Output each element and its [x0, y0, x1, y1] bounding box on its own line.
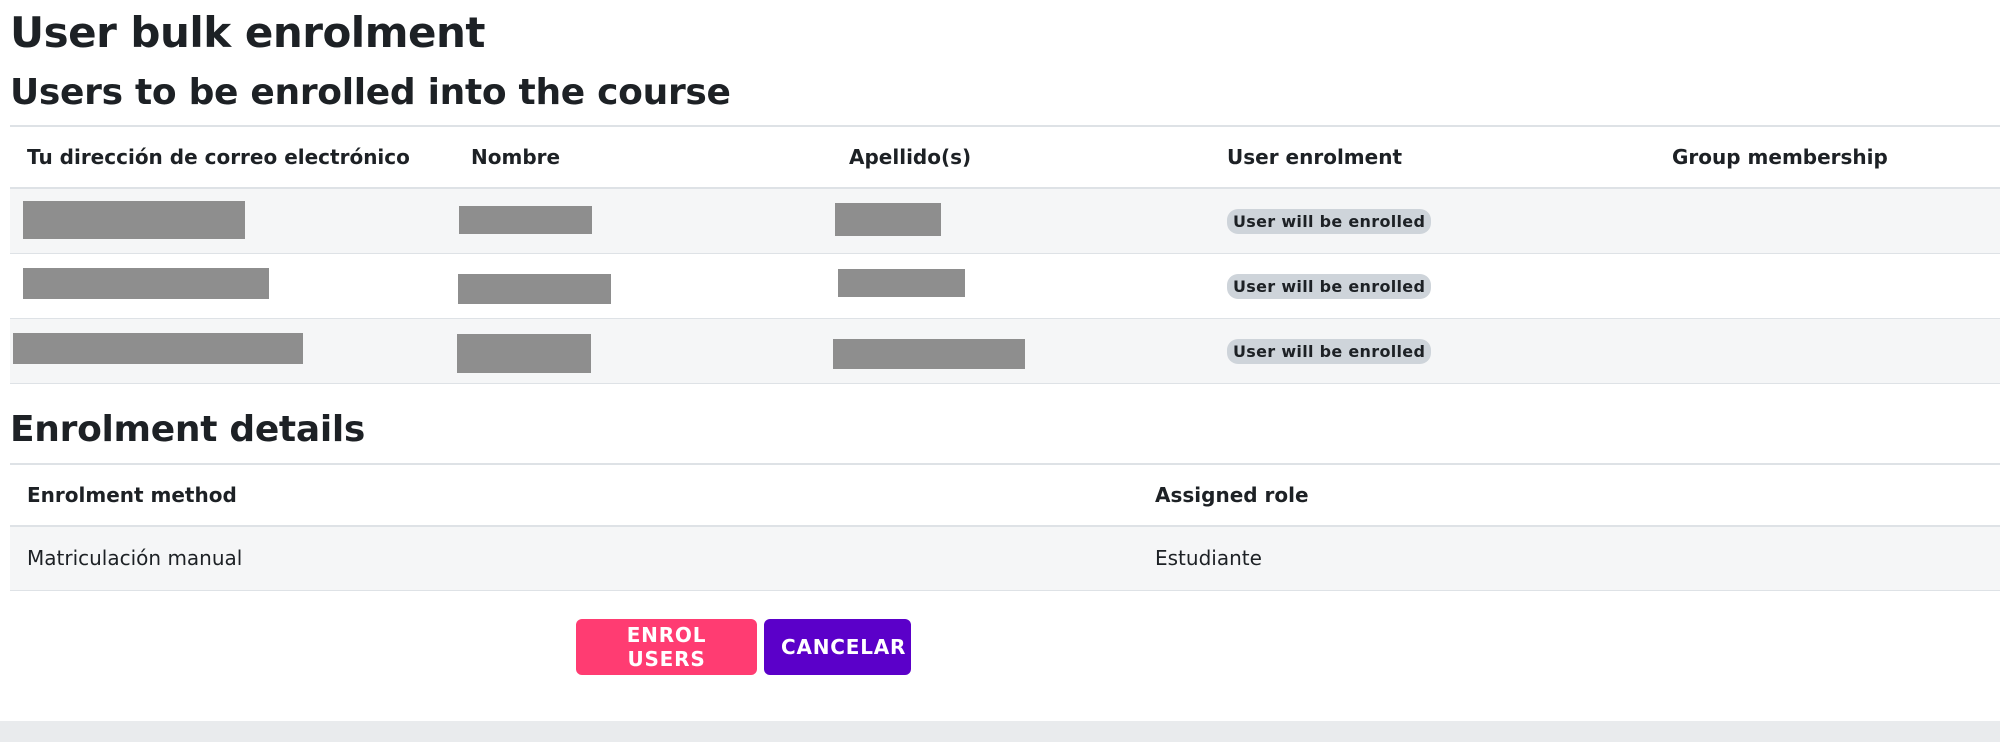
- column-header-enrolment-method: Enrolment method: [10, 463, 1138, 527]
- users-section-title: Users to be enrolled into the course: [10, 72, 731, 113]
- redacted-email: [13, 333, 303, 364]
- enrolment-status-badge: User will be enrolled: [1227, 274, 1432, 299]
- email-cell: [10, 319, 454, 383]
- enrol-users-button[interactable]: ENROL USERS: [576, 619, 757, 675]
- cancel-button[interactable]: CANCELAR: [764, 619, 911, 675]
- users-table-header: Tu dirección de correo electrónico Nombr…: [10, 125, 2000, 189]
- assigned-role-value: Estudiante: [1138, 526, 2000, 591]
- enrolment-details-table: Enrolment method Assigned role Matricula…: [10, 463, 2000, 591]
- footer-bar: [0, 721, 2000, 742]
- redacted-last-name: [833, 339, 1025, 369]
- email-cell: [10, 254, 454, 318]
- column-header-last-name[interactable]: Apellido(s): [832, 125, 1210, 189]
- redacted-first-name: [457, 334, 591, 373]
- column-header-assigned-role: Assigned role: [1138, 463, 2000, 527]
- redacted-email: [23, 201, 245, 239]
- users-table: Tu dirección de correo electrónico Nombr…: [10, 125, 2000, 384]
- redacted-first-name: [458, 274, 611, 304]
- table-row: User will be enrolled: [10, 188, 2000, 254]
- redacted-email: [23, 268, 269, 299]
- column-header-email[interactable]: Tu dirección de correo electrónico: [10, 125, 454, 189]
- enrolment-status-badge: User will be enrolled: [1227, 209, 1432, 234]
- first-name-cell: [454, 319, 832, 383]
- table-row: User will be enrolled: [10, 318, 2000, 384]
- redacted-last-name: [835, 203, 941, 236]
- group-membership-cell: [1655, 188, 2000, 254]
- group-membership-cell: [1655, 253, 2000, 319]
- table-row: User will be enrolled: [10, 253, 2000, 319]
- column-header-user-enrolment: User enrolment: [1210, 125, 1655, 189]
- table-row: Matriculación manual Estudiante: [10, 526, 2000, 591]
- details-section-title: Enrolment details: [10, 409, 366, 450]
- redacted-first-name: [459, 206, 592, 234]
- last-name-cell: [832, 189, 1210, 253]
- column-header-group-membership: Group membership: [1655, 125, 2000, 189]
- enrolment-status-badge: User will be enrolled: [1227, 339, 1432, 364]
- last-name-cell: [832, 254, 1210, 318]
- details-table-header: Enrolment method Assigned role: [10, 463, 2000, 527]
- page-title: User bulk enrolment: [10, 8, 485, 57]
- column-header-first-name[interactable]: Nombre: [454, 125, 832, 189]
- email-cell: [10, 189, 454, 253]
- group-membership-cell: [1655, 318, 2000, 384]
- first-name-cell: [454, 189, 832, 253]
- first-name-cell: [454, 254, 832, 318]
- redacted-last-name: [838, 269, 965, 297]
- last-name-cell: [832, 319, 1210, 383]
- enrolment-method-value: Matriculación manual: [10, 526, 1138, 591]
